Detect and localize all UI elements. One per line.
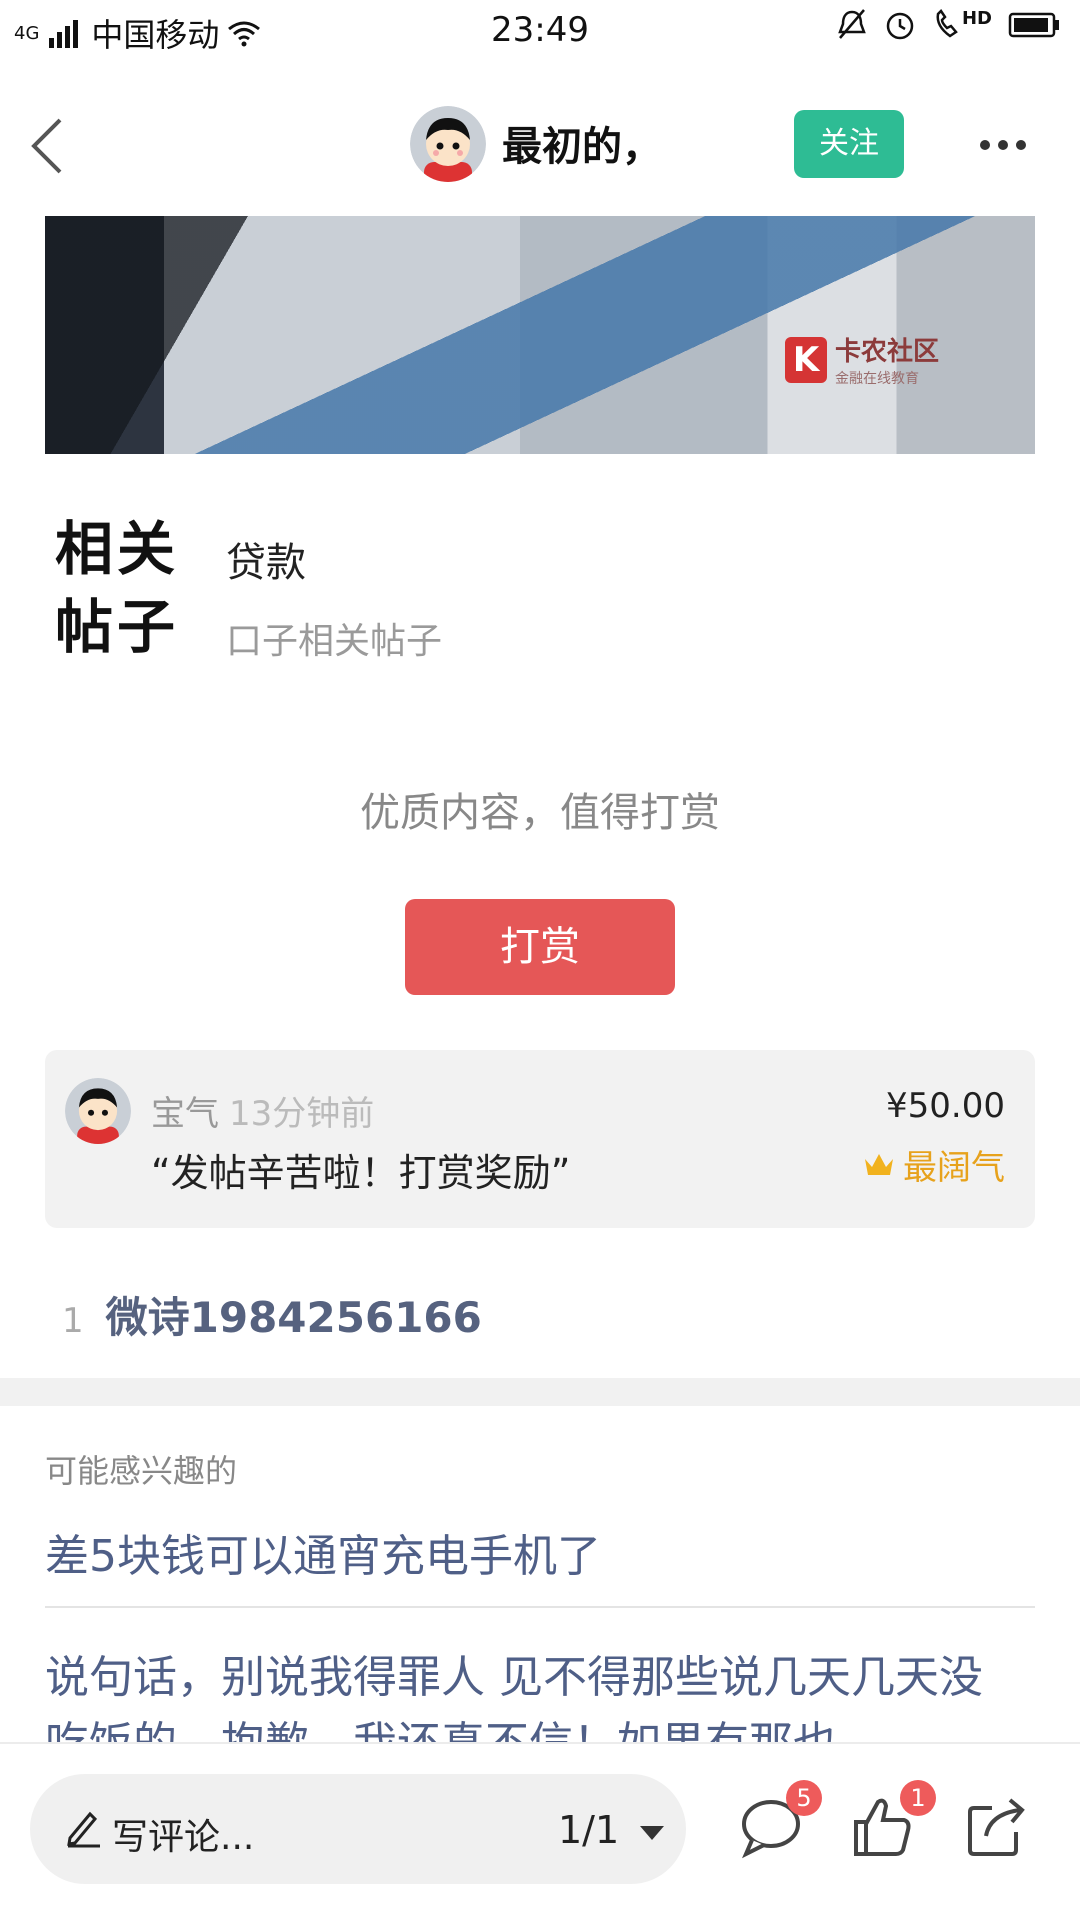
watermark-subtitle: 金融在线教育 (835, 371, 919, 387)
watermark-title: 卡农社区 (835, 337, 940, 367)
tip-record-card[interactable]: 宝气 13分钟前 “发帖辛苦啦！打赏奖励” ¥50.00 最阔气 (45, 1050, 1035, 1228)
share-icon[interactable] (962, 1792, 1032, 1862)
phone-icon (936, 9, 958, 38)
tip-button[interactable]: 打赏 (405, 899, 675, 995)
related-posts-badge[interactable]: 相关 帖子 (55, 510, 190, 666)
crown-icon (865, 1153, 893, 1175)
alarm-icon (886, 12, 914, 40)
rank-number: 1 (62, 1301, 84, 1341)
tip-rank-row[interactable]: 1 微诗1984256166 (62, 1284, 482, 1345)
rank-username[interactable]: 微诗1984256166 (106, 1284, 482, 1345)
bell-muted-icon (838, 9, 866, 39)
related-topic-title[interactable]: 贷款 (226, 530, 306, 588)
tipper-avatar[interactable] (65, 1078, 131, 1144)
like-count-badge: 1 (900, 1780, 936, 1816)
hd-label: HD (961, 8, 992, 29)
caret-down-icon[interactable] (640, 1826, 664, 1840)
comment-count-badge: 5 (786, 1780, 822, 1816)
bottom-action-bar: 写评论... 1/1 5 1 (0, 1742, 1080, 1922)
cartoon-avatar-icon (410, 106, 486, 182)
tipper-name[interactable]: 宝气 (151, 1094, 219, 1134)
status-right: HD (836, 8, 1062, 42)
watermark-logo-icon: K (785, 336, 827, 383)
page-indicator[interactable]: 1/1 (558, 1808, 619, 1852)
tipper-line: 宝气 13分钟前 (151, 1086, 374, 1135)
back-arrow-icon[interactable] (28, 116, 68, 176)
recommended-post-link[interactable]: 差5块钱可以通宵充电手机了 (45, 1520, 601, 1584)
follow-button[interactable]: 关注 (794, 110, 904, 178)
badge-line-2: 帖子 (55, 593, 180, 661)
top-tipper-label: 最阔气 (903, 1148, 1005, 1188)
top-tipper-badge: 最阔气 (863, 1140, 1005, 1189)
post-image[interactable]: K 卡农社区 金融在线教育 (45, 216, 1035, 454)
list-divider (45, 1606, 1035, 1608)
pen-icon (67, 1811, 100, 1848)
post-header: 最初的， 关注 (0, 90, 1080, 200)
comment-input[interactable]: 写评论... 1/1 (30, 1774, 686, 1884)
recommended-post-link[interactable]: 说句话，别说我得罪人 见不得那些说几天几天没吃饭的，抱歉，我还真不信！如果有那也 (45, 1645, 1025, 1745)
author-name[interactable]: 最初的， (502, 114, 662, 172)
badge-line-1: 相关 (55, 515, 180, 583)
tip-time: 13分钟前 (229, 1094, 375, 1134)
battery-icon (1008, 12, 1059, 38)
tip-message: “发帖辛苦啦！打赏奖励” (151, 1151, 571, 1195)
section-divider (0, 1378, 1080, 1406)
tip-amount: ¥50.00 (886, 1086, 1005, 1126)
watermark: K 卡农社区 金融在线教育 (785, 331, 939, 388)
call-hd-indicator: HD (932, 8, 992, 42)
author-avatar[interactable] (410, 106, 486, 182)
more-options-icon[interactable] (980, 140, 1026, 150)
tip-prompt: 优质内容，值得打赏 (360, 790, 720, 836)
related-topic-subtitle[interactable]: 口子相关帖子 (226, 612, 442, 664)
cartoon-avatar-icon (65, 1078, 131, 1144)
status-bar: 4G 中国移动 23:49 HD (0, 0, 1080, 58)
comment-placeholder: 写评论... (112, 1817, 255, 1858)
interest-heading: 可能感兴趣的 (45, 1452, 238, 1490)
